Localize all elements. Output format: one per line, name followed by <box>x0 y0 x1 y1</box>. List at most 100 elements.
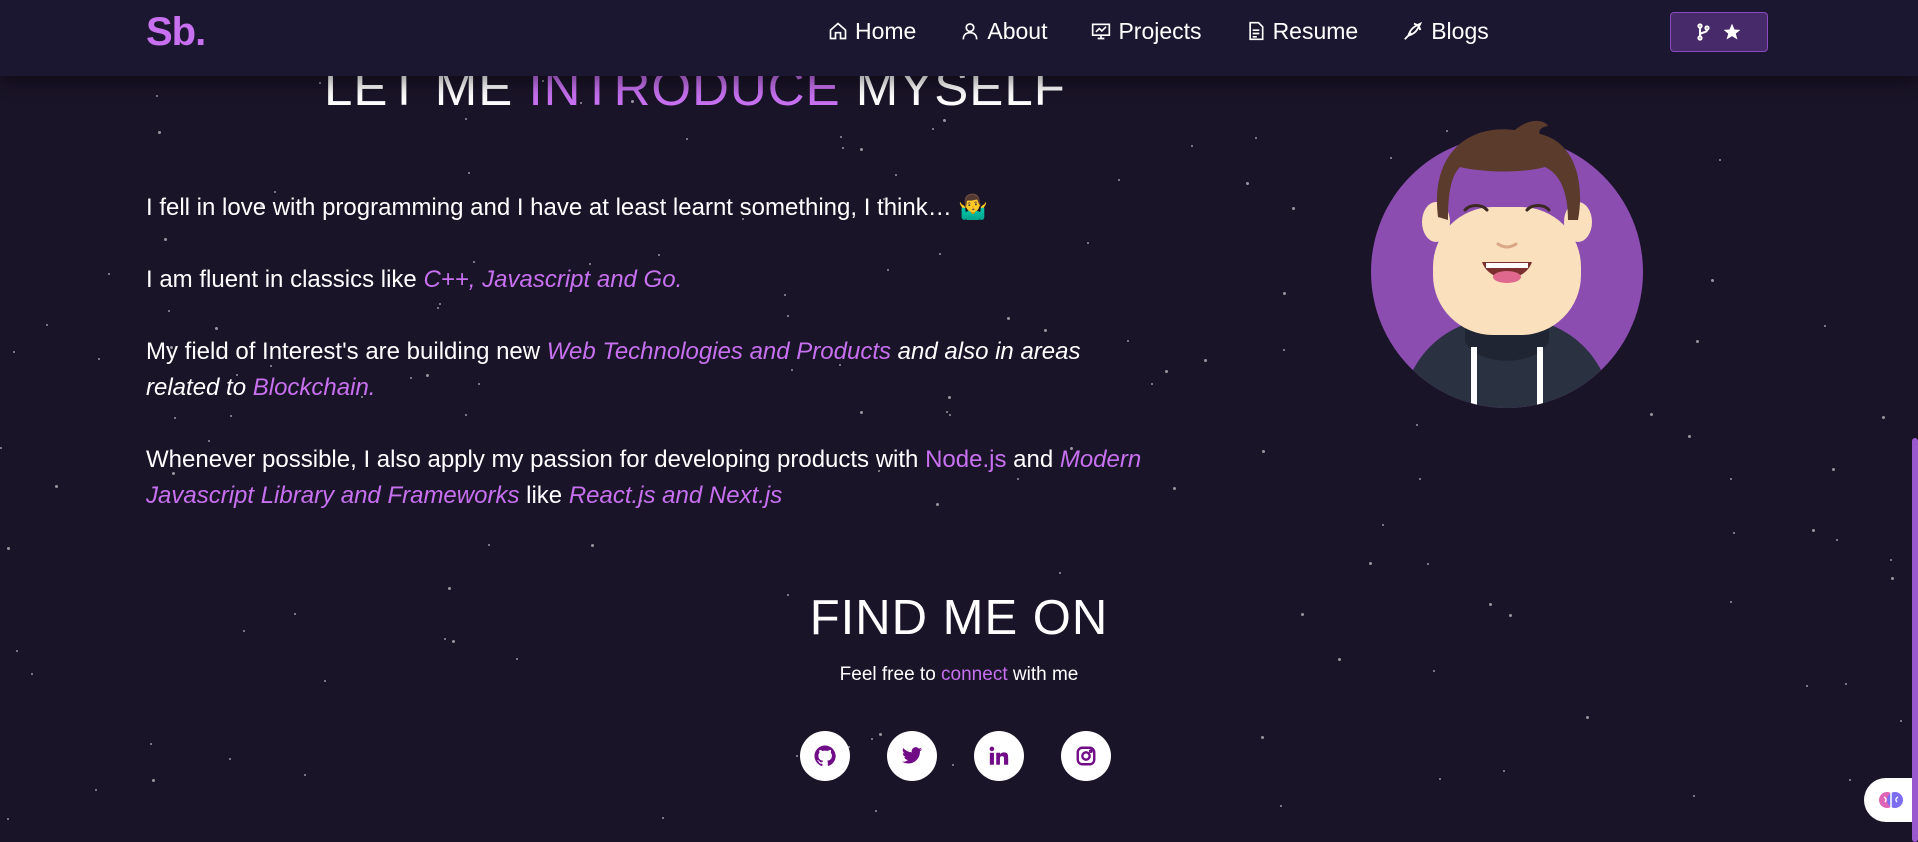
star-dot <box>16 650 18 652</box>
star-dot <box>516 658 518 660</box>
interest-highlight: Web Technologies and Products <box>546 338 892 365</box>
find-me-subtitle: Feel free to connect with me <box>0 664 1918 686</box>
linkedin-icon <box>989 746 1009 765</box>
star-dot <box>662 817 664 819</box>
git-fork-icon <box>1697 23 1710 41</box>
nav-item-label: Projects <box>1118 17 1202 44</box>
star-dot <box>152 779 155 782</box>
document-icon <box>1248 21 1264 41</box>
subtitle-text: Feel free to <box>839 664 942 685</box>
star-dot <box>46 324 48 326</box>
star-dot <box>465 118 467 120</box>
star-dot <box>1890 559 1892 561</box>
paragraph-text: My field of Interest's are building new <box>146 338 547 365</box>
star-dot <box>229 758 231 760</box>
star-dot <box>1836 539 1838 541</box>
about-paragraph-1: I fell in love with programming and I ha… <box>146 190 1226 226</box>
star-dot <box>842 147 844 149</box>
nav-item-label: Home <box>855 17 917 44</box>
user-icon <box>962 23 978 40</box>
nav-item-resume[interactable]: Resume <box>1246 14 1359 48</box>
star-dot <box>1693 795 1695 797</box>
star-dot <box>1255 137 1257 139</box>
scrollbar[interactable] <box>1912 438 1918 842</box>
star-dot <box>895 174 897 176</box>
star-dot <box>1832 468 1835 471</box>
star-dot <box>686 138 688 140</box>
star-dot <box>1427 563 1429 565</box>
star-dot <box>1849 779 1851 781</box>
react-highlight: React.js and Next.js <box>568 482 783 509</box>
star-dot <box>7 547 10 550</box>
blockchain-highlight: Blockchain. <box>252 374 376 401</box>
nav-item-home[interactable]: Home <box>828 14 916 48</box>
star-dot <box>98 358 100 360</box>
pen-icon <box>1404 21 1423 40</box>
paragraph-text: I fell in love with programming and I ha… <box>146 194 959 221</box>
nodejs-highlight: Node.js <box>925 446 1007 473</box>
star-dot <box>55 485 58 488</box>
star-dot <box>1650 413 1653 416</box>
github-link[interactable] <box>800 731 850 781</box>
nav-item-blogs[interactable]: Blogs <box>1402 14 1489 48</box>
github-fork-button[interactable] <box>1670 12 1768 52</box>
star-dot <box>932 128 934 130</box>
github-icon <box>814 745 836 767</box>
nav-item-about[interactable]: About <box>960 14 1047 48</box>
star-dot <box>7 818 9 820</box>
star-dot <box>108 273 110 275</box>
nav-item-label: Blogs <box>1431 17 1489 44</box>
logo[interactable]: Sb. <box>146 10 206 55</box>
star-icon <box>1723 23 1741 40</box>
navbar: Sb. Home About Projects Resume Blogs <box>0 0 1918 76</box>
star-dot <box>1246 182 1249 185</box>
star-dot <box>468 172 470 174</box>
paragraph-text: like <box>519 482 569 509</box>
star-dot <box>1503 770 1505 772</box>
star-dot <box>840 136 842 138</box>
star-dot <box>1261 736 1264 739</box>
projects-icon <box>1092 23 1111 40</box>
about-paragraph-2: I am fluent in classics like C++, Javasc… <box>146 262 1226 298</box>
star-dot <box>796 755 798 757</box>
star-dot <box>860 148 863 151</box>
star-dot <box>1118 179 1120 181</box>
star-dot <box>1338 658 1341 661</box>
star-dot <box>1191 145 1193 147</box>
star-dot <box>150 743 152 745</box>
star-dot <box>1586 716 1589 719</box>
star-dot <box>1419 478 1421 480</box>
star-dot <box>1891 577 1894 580</box>
star-dot <box>1439 778 1441 780</box>
star-dot <box>943 119 946 122</box>
paragraph-text: and <box>1006 446 1060 473</box>
nav-item-projects[interactable]: Projects <box>1091 14 1202 48</box>
star-dot <box>13 351 15 353</box>
star-dot <box>1369 562 1372 565</box>
star-dot <box>1711 279 1714 282</box>
twitter-link[interactable] <box>887 731 937 781</box>
star-dot <box>1382 524 1384 526</box>
linkedin-link[interactable] <box>974 731 1024 781</box>
instagram-link[interactable] <box>1061 731 1111 781</box>
find-me-title: FIND ME ON <box>809 591 1109 645</box>
star-dot <box>1283 292 1286 295</box>
star-dot <box>1688 435 1691 438</box>
about-text: I fell in love with programming and I ha… <box>146 190 1226 550</box>
home-icon <box>829 22 847 40</box>
shrug-emoji: 🤷‍♂️ <box>958 194 989 221</box>
star-dot <box>1059 572 1061 574</box>
nav-item-label: Resume <box>1272 17 1359 44</box>
star-dot <box>875 810 877 812</box>
about-paragraph-3: My field of Interest's are building new … <box>146 334 1146 406</box>
subtitle-text: with me <box>1007 664 1079 685</box>
star-dot <box>156 95 158 97</box>
star-dot <box>1280 805 1282 807</box>
assistant-widget[interactable] <box>1864 778 1918 822</box>
star-dot <box>1733 532 1735 534</box>
star-dot <box>1292 207 1295 210</box>
star-dot <box>1262 450 1265 453</box>
star-dot <box>1812 529 1815 532</box>
star-dot <box>158 131 161 134</box>
star-dot <box>304 774 306 776</box>
